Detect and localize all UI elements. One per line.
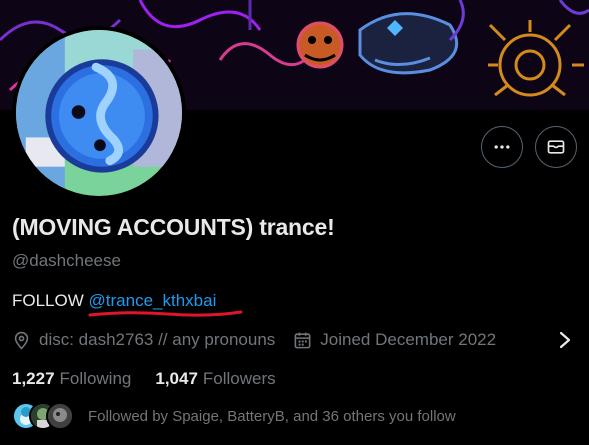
location-item: disc: dash2763 // any pronouns bbox=[12, 330, 275, 350]
calendar-icon bbox=[294, 332, 311, 348]
joined-text: Joined December 2022 bbox=[320, 330, 497, 349]
followers-link[interactable]: 1,047 Followers bbox=[155, 369, 275, 389]
following-link[interactable]: 1,227 Following bbox=[12, 369, 131, 389]
profile-bio: FOLLOW @trance_kthxbai bbox=[12, 291, 216, 311]
followers-label: Followers bbox=[202, 369, 276, 388]
mutual-avatar bbox=[46, 402, 74, 430]
more-horizontal-icon bbox=[494, 145, 510, 149]
follow-counts: 1,227 Following 1,047 Followers bbox=[12, 369, 300, 389]
following-label: Following bbox=[59, 369, 132, 388]
following-count: 1,227 bbox=[12, 369, 55, 388]
followed-by-text: Followed by Spaige, BatteryB, and 36 oth… bbox=[88, 407, 456, 425]
followers-you-know-link[interactable]: Followed by Spaige, BatteryB, and 36 oth… bbox=[12, 402, 456, 430]
chevron-right-icon[interactable] bbox=[558, 331, 572, 349]
location-text: disc: dash2763 // any pronouns bbox=[39, 330, 276, 349]
profile-meta-row: disc: dash2763 // any pronouns Joined De… bbox=[12, 329, 496, 351]
bio-text: FOLLOW bbox=[12, 291, 89, 310]
mutual-avatars bbox=[12, 402, 74, 430]
more-options-button[interactable] bbox=[481, 126, 523, 168]
message-button[interactable] bbox=[535, 126, 577, 168]
followers-count: 1,047 bbox=[155, 369, 198, 388]
avatar-image bbox=[16, 30, 182, 196]
bio-mention-link[interactable]: @trance_kthxbai bbox=[89, 291, 217, 310]
display-name: (MOVING ACCOUNTS) trance! bbox=[12, 214, 335, 240]
profile-avatar[interactable] bbox=[12, 26, 186, 200]
user-handle: @dashcheese bbox=[12, 251, 121, 270]
location-pin-icon bbox=[14, 331, 29, 350]
envelope-icon bbox=[547, 140, 565, 154]
joined-item: Joined December 2022 bbox=[293, 330, 496, 350]
